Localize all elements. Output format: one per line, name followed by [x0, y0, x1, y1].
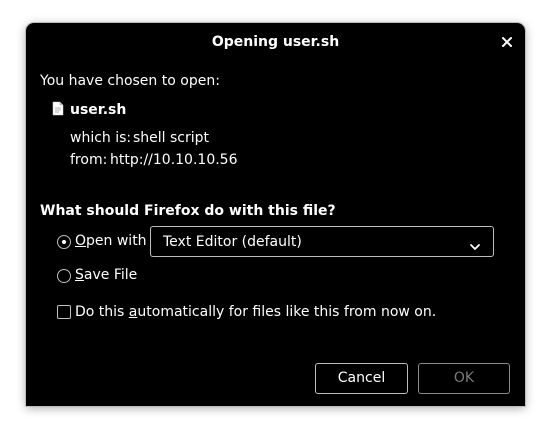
chevron-down-icon — [469, 237, 481, 256]
file-icon — [52, 101, 64, 120]
save-file-accel: S — [75, 267, 84, 283]
file-type-label: which is: — [70, 130, 132, 146]
save-file-label[interactable]: Save File — [75, 267, 137, 283]
open-with-app-value: Text Editor (default) — [163, 234, 302, 250]
titlebar[interactable]: Opening user.sh — [26, 23, 525, 62]
file-name: user.sh — [70, 102, 127, 118]
open-with-label[interactable]: Open with — [75, 233, 147, 249]
open-with-label-rest: pen with — [86, 233, 147, 249]
open-with-radio[interactable] — [57, 235, 71, 249]
download-dialog: Opening user.sh You have chosen to open:… — [26, 23, 525, 406]
file-source-value: http://10.10.10.56 — [110, 152, 238, 168]
dialog-title: Opening user.sh — [211, 34, 340, 50]
file-source-label: from: — [70, 152, 108, 168]
auto-open-label-after: utomatically for files like this from no… — [137, 304, 437, 320]
auto-open-label-before: Do this — [75, 304, 129, 320]
auto-open-label[interactable]: Do this automatically for files like thi… — [75, 304, 436, 320]
save-file-label-rest: ave File — [83, 267, 138, 283]
ok-button[interactable]: OK — [418, 363, 510, 394]
intro-text: You have chosen to open: — [40, 73, 220, 89]
radio-selected-dot — [62, 240, 66, 244]
action-question: What should Firefox do with this file? — [40, 203, 336, 219]
open-with-app-select[interactable]: Text Editor (default) — [150, 226, 494, 257]
open-with-accel: O — [75, 233, 87, 249]
auto-open-checkbox[interactable] — [57, 305, 71, 319]
file-type-value: shell script — [133, 130, 210, 146]
cancel-button[interactable]: Cancel — [315, 363, 408, 394]
save-file-radio[interactable] — [57, 269, 71, 283]
close-icon[interactable] — [499, 34, 515, 50]
